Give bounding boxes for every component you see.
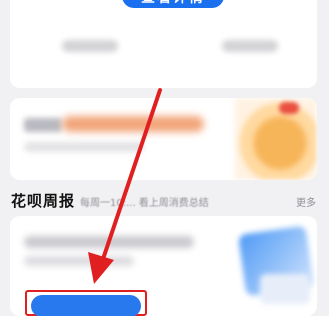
report-action-button-fill (31, 295, 141, 316)
report-headline (24, 236, 194, 248)
blurred-stat-left (62, 40, 118, 52)
section-title: 花呗周报 (11, 192, 76, 210)
section-subtitle: 每周一10:... 看上周消费总结 (80, 198, 209, 209)
more-link[interactable]: 更多 (296, 194, 316, 209)
blurred-stat-right (222, 40, 278, 52)
top-card: 查看详情 (10, 0, 317, 88)
view-details-button[interactable]: 查看详情 (122, 0, 224, 8)
banner-tag (24, 118, 62, 132)
report-action-button[interactable] (25, 290, 147, 316)
report-subtext (24, 256, 134, 266)
weekly-report-card[interactable] (10, 216, 317, 316)
banner-illustration (235, 98, 317, 180)
banner-subtext (24, 142, 144, 152)
banner-illustration-accent (279, 102, 299, 114)
banner-headline (62, 116, 204, 132)
promo-banner[interactable] (10, 98, 317, 180)
